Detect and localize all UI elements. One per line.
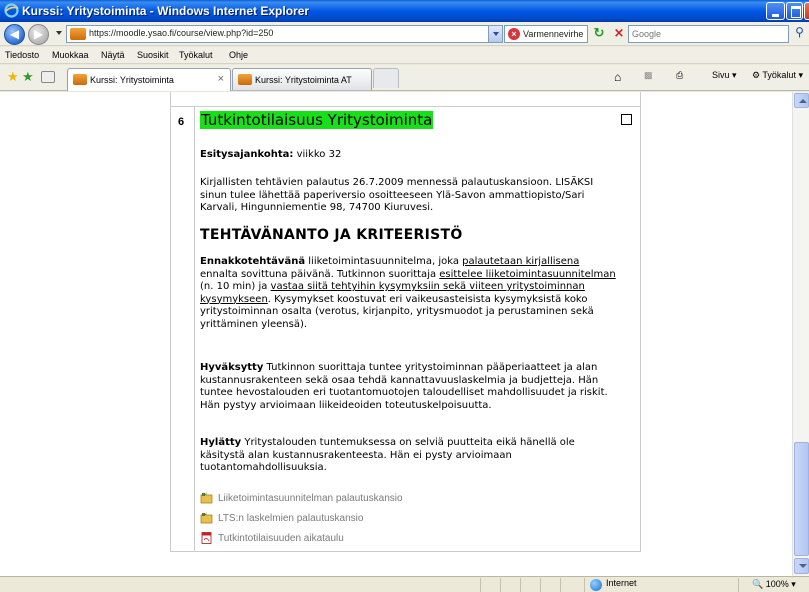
status-cell — [480, 578, 481, 592]
folder-icon — [200, 492, 213, 504]
address-toolbar: ◀ ▶ https://moodle.ysao.fi/course/view.p… — [0, 22, 809, 46]
close-button[interactable] — [804, 2, 809, 20]
submission-text: Kirjallisten tehtävien palautus 26.7.200… — [200, 177, 594, 213]
accepted-paragraph: Hyväksytty Tutkinnon suorittaja tuntee y… — [200, 362, 620, 412]
menu-file[interactable]: Tiedosto — [5, 50, 39, 60]
tools-menu[interactable]: ⚙ Työkalut ▾ — [752, 70, 803, 81]
gear-icon: ⚙ — [752, 70, 761, 80]
status-cell — [500, 578, 501, 592]
menu-favorites[interactable]: Suosikit — [137, 50, 169, 60]
resource-label: Tutkintotilaisuuden aikataulu — [218, 533, 344, 544]
status-bar: Internet 🔍 100% ▾ — [0, 576, 809, 592]
status-cell — [540, 578, 541, 592]
status-cell — [520, 578, 521, 592]
search-icon[interactable]: ⚲ — [790, 25, 809, 43]
forward-button[interactable]: ▶ — [28, 24, 49, 45]
forward-arrow-icon: ▶ — [33, 27, 44, 41]
address-dropdown-button[interactable] — [488, 26, 502, 42]
page-menu-label: Sivu — [712, 70, 730, 80]
pre-task-paragraph: Ennakkotehtävänä liiketoimintasuunnitelm… — [200, 256, 620, 331]
window-title: Kurssi: Yritystoiminta - Windows Interne… — [22, 4, 310, 18]
menu-bar: Tiedosto Muokkaa Näytä Suosikit Työkalut… — [0, 47, 809, 64]
tab-label: Kurssi: Yritystoiminta AT — [255, 75, 352, 85]
ie-logo-icon — [4, 3, 19, 18]
pre-task-text: (n. 10 min) ja — [200, 281, 271, 292]
back-button[interactable]: ◀ — [4, 24, 25, 45]
pdf-icon — [201, 532, 212, 544]
history-dropdown-icon[interactable] — [56, 31, 62, 35]
accepted-label: Hyväksytty — [200, 362, 264, 373]
rejected-label: Hylätty — [200, 437, 242, 448]
url-text[interactable]: https://moodle.ysao.fi/course/view.php?i… — [89, 28, 273, 38]
minimize-button[interactable] — [766, 2, 785, 20]
moodle-favicon-icon — [238, 74, 252, 85]
address-field[interactable]: https://moodle.ysao.fi/course/view.php?i… — [66, 25, 503, 43]
status-cell — [738, 578, 739, 592]
underlined-text: esittelee liiketoimintasuunnitelman — [439, 268, 616, 280]
search-input[interactable] — [632, 28, 782, 40]
rejected-paragraph: Hylätty Yritystalouden tuntemuksessa on … — [200, 437, 620, 475]
feeds-icon[interactable]: ▩ — [644, 70, 653, 81]
schedule-label: Esitysajankohta: — [200, 149, 294, 160]
security-zone: Internet — [606, 578, 637, 588]
favorites-star-icon[interactable]: ★ — [7, 70, 19, 85]
scroll-down-button[interactable] — [794, 558, 809, 574]
print-icon[interactable]: ⎙ — [676, 70, 683, 81]
criteria-heading: TEHTÄVÄNANTO JA KRITEERISTÖ — [200, 227, 463, 243]
tools-menu-label: Työkalut — [762, 70, 796, 80]
schedule-line: Esitysajankohta: viikko 32 — [200, 149, 620, 162]
resource-label: Liiketoimintasuunnitelman palautuskansio — [218, 493, 403, 504]
status-cell — [584, 578, 585, 592]
pre-task-label: Ennakkotehtävänä — [200, 256, 306, 267]
quick-tabs-icon[interactable] — [41, 71, 55, 83]
down-arrow-icon — [799, 564, 807, 568]
back-arrow-icon: ◀ — [9, 27, 20, 41]
stop-icon[interactable]: × — [610, 25, 628, 43]
section-column-divider — [194, 107, 195, 552]
resource-label: LTS:n laskelmien palautuskansio — [218, 513, 364, 524]
search-box[interactable] — [628, 25, 789, 43]
cert-error-icon: × — [508, 28, 520, 40]
zoom-value: 100% — [765, 579, 789, 589]
moodle-favicon-icon — [73, 74, 87, 85]
section-title: Tutkintotilaisuus Yritystoiminta — [200, 111, 434, 129]
window-title-bar: Kurssi: Yritystoiminta - Windows Interne… — [0, 0, 809, 22]
section-number: 6 — [178, 116, 185, 128]
menu-view[interactable]: Näytä — [101, 50, 125, 60]
menu-tools[interactable]: Työkalut — [179, 50, 213, 60]
folder-icon — [200, 512, 213, 524]
pre-task-text: ennalta sovittuna päivänä. Tutkinnon suo… — [200, 268, 440, 280]
cert-error-label: Varmennevirhe — [523, 29, 584, 39]
tab-yritystoiminta-at[interactable]: Kurssi: Yritystoiminta AT — [232, 68, 372, 90]
scroll-up-button[interactable] — [794, 93, 809, 108]
rejected-text: Yritystalouden tuntemuksessa on selviä p… — [200, 437, 575, 473]
add-favorite-icon[interactable]: ★ — [22, 70, 34, 85]
tab-bar: ★ ★ Kurssi: Yritystoiminta × Kurssi: Yri… — [0, 65, 809, 91]
globe-icon — [590, 579, 602, 591]
certificate-error-button[interactable]: × Varmennevirhe — [504, 25, 588, 43]
pre-task-text: liiketoimintasuunnitelma, joka — [305, 256, 463, 267]
status-cell — [560, 578, 561, 592]
page-menu[interactable]: Sivu ▾ — [712, 70, 737, 81]
underlined-text: palautetaan kirjallisena — [462, 256, 580, 267]
new-tab-button[interactable] — [373, 68, 399, 88]
schedule-value: viikko 32 — [293, 149, 342, 160]
page-content: 6 Tutkintotilaisuus Yritystoiminta Esity… — [0, 92, 792, 576]
menu-edit[interactable]: Muokkaa — [52, 50, 89, 60]
scroll-thumb[interactable] — [794, 442, 809, 556]
zoom-level[interactable]: 🔍 100% ▾ — [752, 579, 796, 590]
tab-yritystoiminta[interactable]: Kurssi: Yritystoiminta × — [67, 68, 231, 91]
up-arrow-icon — [799, 99, 807, 103]
tab-close-icon[interactable]: × — [218, 73, 224, 85]
vertical-scrollbar[interactable] — [792, 92, 809, 576]
home-icon[interactable]: ⌂ — [614, 70, 621, 84]
moodle-favicon-icon — [70, 28, 86, 40]
tab-label: Kurssi: Yritystoiminta — [90, 75, 174, 85]
menu-help[interactable]: Ohje — [229, 50, 248, 60]
section-top-divider — [170, 106, 641, 107]
maximize-button[interactable] — [786, 2, 803, 20]
refresh-icon[interactable]: ↻ — [590, 25, 608, 43]
highlight-checkbox[interactable] — [621, 114, 632, 125]
